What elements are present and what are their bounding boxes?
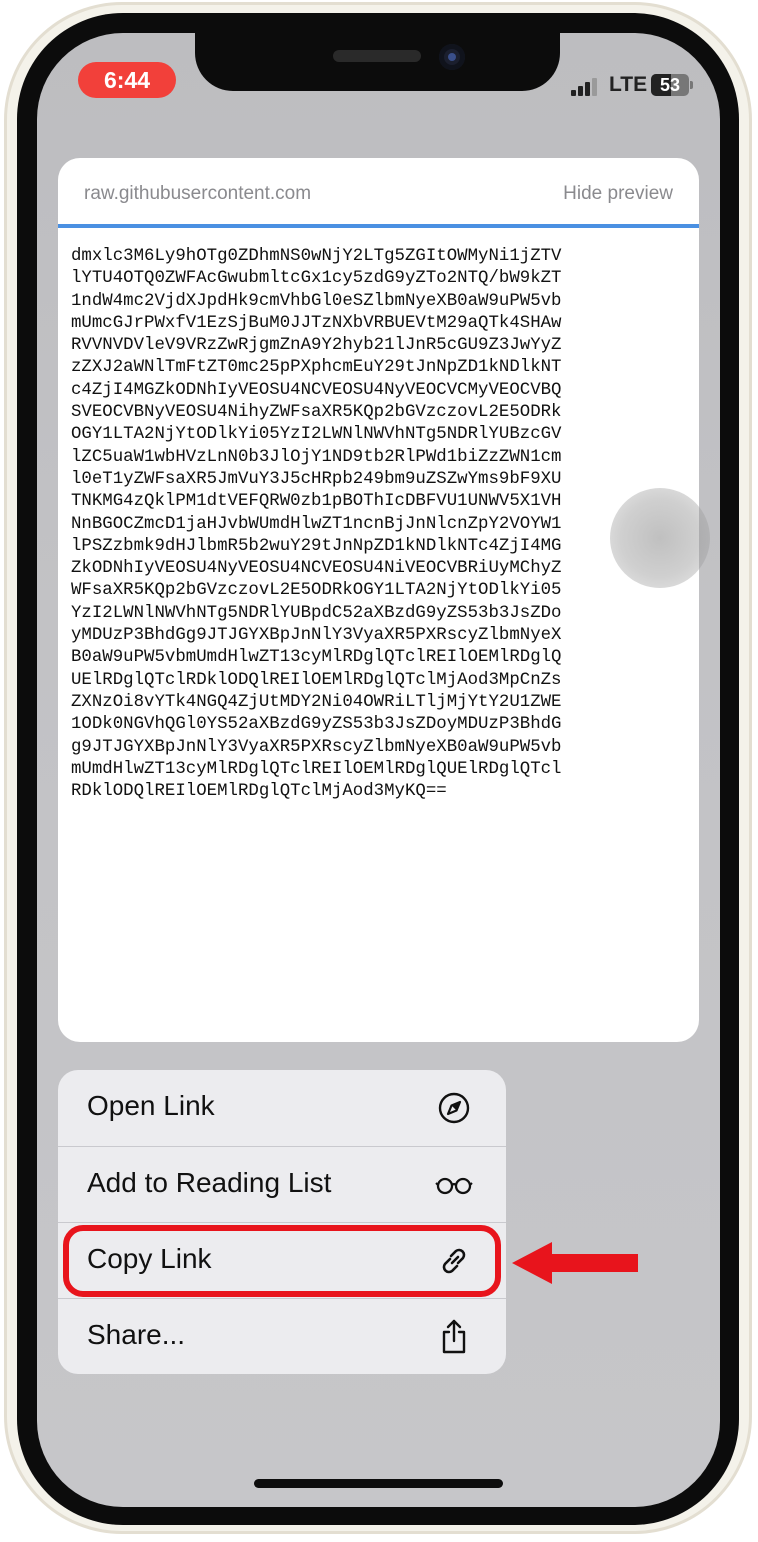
hide-preview-button[interactable]: Hide preview xyxy=(563,183,673,205)
menu-item-label: Share... xyxy=(87,1319,186,1350)
menu-item-label: Open Link xyxy=(87,1090,215,1121)
context-menu: Open Link Add to Reading List Copy Link … xyxy=(58,1070,506,1374)
menu-item-share[interactable]: Share... xyxy=(58,1299,506,1374)
cellular-signal-icon xyxy=(571,76,601,96)
home-indicator[interactable] xyxy=(254,1479,503,1488)
page-load-progress-fill xyxy=(58,224,699,228)
battery-icon: 53 xyxy=(651,74,689,96)
red-arrow-annotation xyxy=(512,1242,638,1284)
preview-header: raw.githubusercontent.com Hide preview xyxy=(58,158,699,228)
preview-page-text: dmxlc3M6Ly9hOTg0ZDhmNS0wNjY2LTg5ZGItOWMy… xyxy=(71,247,562,802)
battery-tip xyxy=(690,81,693,89)
menu-item-open-link[interactable]: Open Link xyxy=(58,1070,506,1146)
glasses-icon xyxy=(435,1177,473,1195)
page-load-progress xyxy=(58,224,699,228)
link-preview-card[interactable]: raw.githubusercontent.com Hide preview d… xyxy=(58,158,699,1042)
compass-icon xyxy=(438,1092,470,1124)
copy-link-highlight-box xyxy=(63,1225,501,1297)
battery-level: 53 xyxy=(659,75,681,95)
network-type: LTE xyxy=(609,73,648,96)
preview-url: raw.githubusercontent.com xyxy=(84,183,312,204)
share-icon xyxy=(442,1319,466,1354)
status-time[interactable]: 6:44 xyxy=(78,62,176,98)
menu-item-add-to-reading-list[interactable]: Add to Reading List xyxy=(58,1147,506,1223)
notch xyxy=(195,33,560,91)
menu-item-label: Add to Reading List xyxy=(87,1167,332,1198)
touch-indicator xyxy=(610,488,710,588)
speaker-grille xyxy=(333,50,421,62)
front-camera xyxy=(439,44,465,70)
